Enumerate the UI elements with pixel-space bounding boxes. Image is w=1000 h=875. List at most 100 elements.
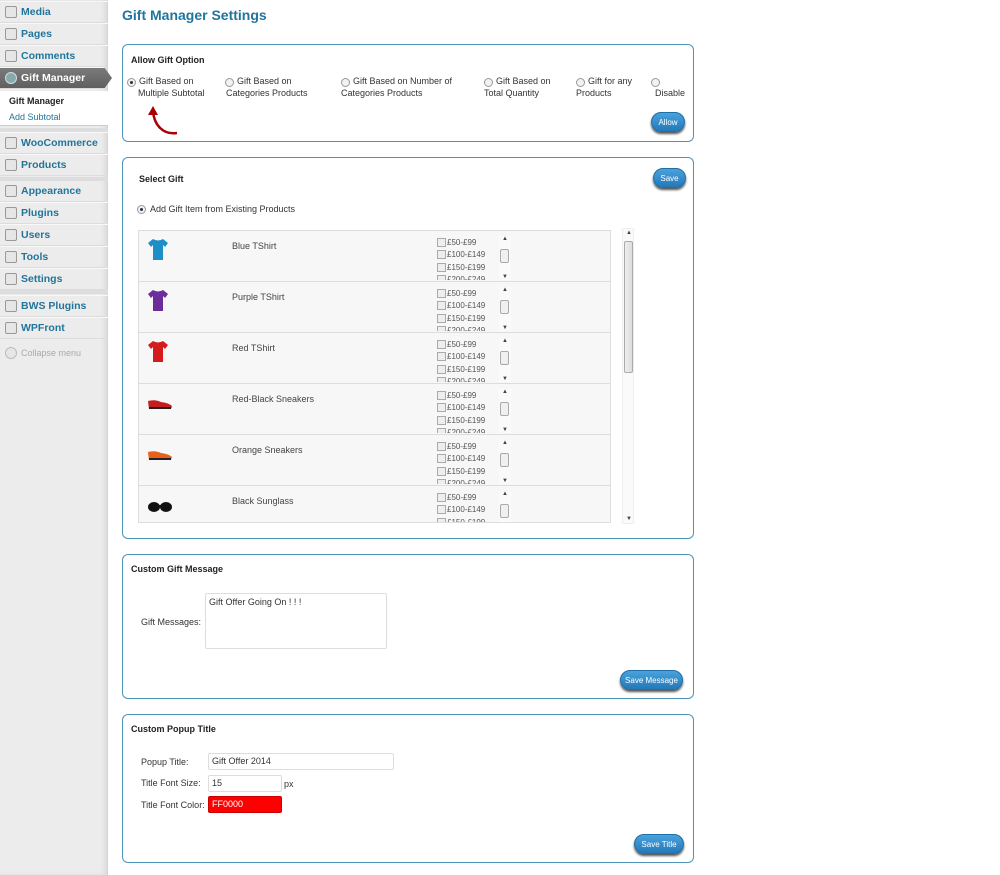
gift-manager-submenu: Gift Manager Add Subtotal [0, 91, 108, 126]
sidebar-item-label: Settings [21, 273, 63, 285]
popup-title-input[interactable]: Gift Offer 2014 [208, 753, 394, 770]
gift-option-label: Gift Based on Categories Products [226, 76, 308, 98]
gift-option-radio[interactable] [127, 78, 136, 87]
product-row: Red-Black Sneakers £50-£99 £100-£149 £150-… [139, 384, 610, 435]
sidebar-item-pages[interactable]: Pages [0, 23, 108, 45]
product-row: Black Sunglass £50-£99 £100-£149 £150-£199… [139, 486, 610, 522]
checkbox[interactable] [437, 403, 446, 413]
product-row: Purple TShirt £50-£99 £100-£149 £150-£199 £… [139, 282, 610, 333]
title-font-size-input[interactable]: 15 [208, 775, 282, 792]
gift-option-label: Gift for any Products [576, 76, 633, 98]
sidebar-item-label: Tools [21, 251, 49, 263]
checkbox[interactable] [437, 275, 446, 280]
panel-title: Custom Popup Title [131, 724, 216, 734]
gift-option-label: Gift Based on Multiple Subtotal [138, 76, 205, 98]
checkbox[interactable] [437, 505, 446, 515]
gift-option-label: Disable [655, 88, 686, 98]
product-name: Red-Black Sneakers [232, 394, 315, 404]
page-title: Gift Manager Settings [122, 7, 267, 23]
panel-title: Select Gift [139, 174, 184, 184]
cart-icon [5, 159, 17, 171]
checkbox[interactable] [437, 237, 446, 247]
checkbox[interactable] [437, 517, 446, 522]
checkbox[interactable] [437, 313, 446, 323]
sidebar-item-plugins[interactable]: Plugins [0, 202, 108, 224]
sidebar-item-settings[interactable]: Settings [0, 268, 108, 290]
sidebar-item-label: Pages [21, 28, 52, 40]
checkbox[interactable] [437, 492, 446, 502]
sidebar-item-label: Appearance [21, 185, 82, 197]
admin-sidebar: Media Pages Comments Gift Manager WooCommerc… [0, 0, 112, 875]
checkbox[interactable] [437, 301, 446, 311]
menu-separator [0, 290, 108, 294]
gift-messages-label: Gift Messages: [141, 617, 202, 627]
select-gift-panel: Select Gift Save Add Gift Item from Exis… [122, 157, 694, 539]
woocommerce-icon [5, 137, 17, 149]
sidebar-item-tools[interactable]: Tools [0, 246, 108, 268]
checkbox[interactable] [437, 262, 446, 272]
existing-products-radio[interactable] [137, 205, 146, 214]
tshirt-image [147, 237, 169, 261]
range-list-scrollbar[interactable]: ▲▼ [499, 389, 511, 433]
product-row: Red TShirt £50-£99 £100-£149 £150-£199 £200… [139, 333, 610, 384]
sidebar-item-bws-plugins[interactable]: BWS Plugins [0, 295, 108, 317]
sidebar-item-products[interactable]: Products [0, 154, 108, 176]
checkbox[interactable] [437, 326, 446, 331]
checkbox[interactable] [437, 352, 446, 362]
wpfront-icon [5, 322, 17, 334]
popup-title-label: Popup Title: [141, 757, 189, 767]
checkbox[interactable] [437, 428, 446, 433]
checkbox[interactable] [437, 454, 446, 464]
checkbox[interactable] [437, 250, 446, 260]
range-list-scrollbar[interactable]: ▲▼ [499, 338, 511, 382]
allow-gift-option-panel: Allow Gift Option Gift Based on Multiple … [122, 44, 694, 142]
collapse-label: Collapse menu [21, 348, 82, 358]
submenu-item-add-subtotal[interactable]: Add Subtotal [0, 109, 108, 125]
product-list-scrollbar[interactable]: ▲ ▼ [622, 228, 634, 524]
checkbox[interactable] [437, 390, 446, 400]
range-list-scrollbar[interactable]: ▲▼ [499, 236, 511, 280]
collapse-menu-button[interactable]: Collapse menu [0, 342, 108, 364]
custom-popup-title-panel: Custom Popup Title Popup Title: Gift Off… [122, 714, 694, 863]
shoe-image [147, 441, 172, 465]
checkbox[interactable] [437, 479, 446, 484]
sidebar-item-wpfront[interactable]: WPFront [0, 317, 108, 339]
checkbox[interactable] [437, 364, 446, 374]
radio-label: Add Gift Item from Existing Products [150, 204, 296, 214]
sidebar-item-label: Users [21, 229, 51, 241]
tshirt-image [147, 339, 169, 363]
sidebar-item-label: BWS Plugins [21, 300, 87, 312]
sidebar-item-label: WPFront [21, 322, 65, 334]
range-list-scrollbar[interactable]: ▲▼ [499, 491, 511, 522]
range-list-scrollbar[interactable]: ▲▼ [499, 440, 511, 484]
checkbox[interactable] [437, 339, 446, 349]
sidebar-item-users[interactable]: Users [0, 224, 108, 246]
users-icon [5, 229, 17, 241]
sidebar-item-label: Products [21, 159, 67, 171]
range-list-scrollbar[interactable]: ▲▼ [499, 287, 511, 331]
checkbox[interactable] [437, 377, 446, 382]
sidebar-item-gift-manager[interactable]: Gift Manager [0, 67, 112, 89]
product-row: Orange Sneakers £50-£99 £100-£149 £150-£19… [139, 435, 610, 486]
title-font-color-input[interactable]: FF0000 [208, 796, 282, 813]
menu-separator [0, 128, 108, 132]
save-title-button[interactable]: Save Title [634, 834, 684, 854]
submenu-item-gift-manager[interactable]: Gift Manager [0, 93, 108, 109]
checkbox[interactable] [437, 288, 446, 298]
title-font-size-label: Title Font Size: [141, 778, 201, 788]
allow-button[interactable]: Allow [651, 112, 685, 132]
checkbox[interactable] [437, 441, 446, 451]
menu-separator [0, 177, 108, 181]
checkbox[interactable] [437, 415, 446, 425]
sidebar-item-woocommerce[interactable]: WooCommerce [0, 132, 108, 154]
save-button[interactable]: Save [653, 168, 686, 188]
gift-messages-textarea[interactable]: Gift Offer Going On ! ! ! [205, 593, 387, 649]
sidebar-item-comments[interactable]: Comments [0, 45, 108, 67]
product-name: Red TShirt [232, 343, 275, 353]
sidebar-item-media[interactable]: Media [0, 1, 108, 23]
gift-option-label: Gift Based on Total Quantity [484, 76, 551, 98]
checkbox[interactable] [437, 466, 446, 476]
sidebar-item-appearance[interactable]: Appearance [0, 180, 108, 202]
product-name: Purple TShirt [232, 292, 285, 302]
save-message-button[interactable]: Save Message [620, 670, 683, 690]
